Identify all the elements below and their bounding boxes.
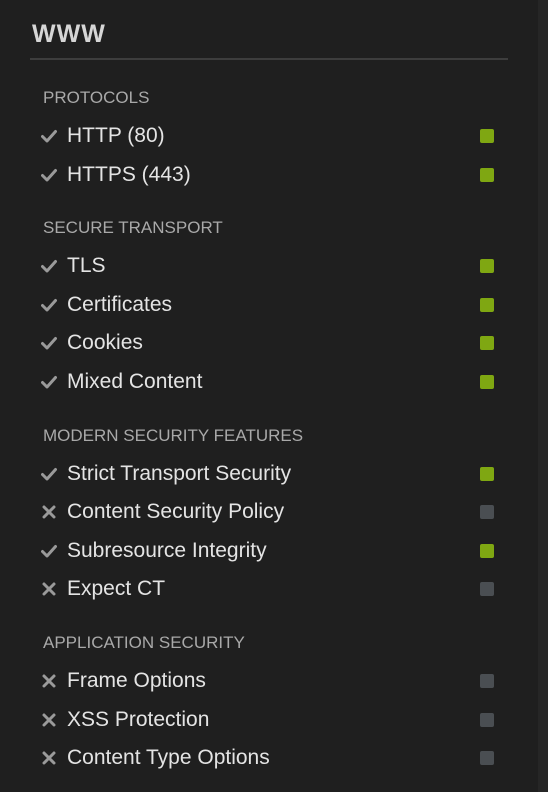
list-item[interactable]: Mixed Content — [30, 365, 508, 404]
item-label: Content Security Policy — [67, 500, 285, 524]
list-item[interactable]: Certificates — [30, 288, 508, 327]
list-item[interactable]: Content Security Policy — [30, 495, 508, 534]
item-label: Mixed Content — [67, 369, 203, 393]
item-label: Frame Options — [67, 668, 206, 692]
check-icon — [41, 167, 57, 183]
divider — [30, 58, 508, 60]
list-item[interactable]: XSS Protection — [30, 703, 508, 742]
list-item[interactable]: TLS — [30, 249, 508, 288]
item-label: Cookies — [67, 331, 143, 355]
item-label: HTTP (80) — [67, 124, 165, 147]
check-icon — [41, 297, 57, 313]
cross-icon — [41, 581, 57, 597]
check-icon — [41, 128, 57, 144]
scrollbar-track[interactable] — [538, 0, 548, 792]
check-icon — [41, 374, 57, 390]
section-heading: PROTOCOLS — [43, 88, 150, 107]
check-icon — [41, 543, 57, 559]
status-indicator — [480, 259, 494, 274]
section-list: TLS Certificates Cookies Mixed Content — [30, 249, 508, 403]
list-item[interactable]: HTTPS (443) — [30, 158, 508, 197]
check-icon — [41, 335, 57, 351]
list-item[interactable]: Content Type Options — [30, 741, 508, 780]
www-panel: WWW PROTOCOLS HTTP (80) HTTPS (443) SECURE … — [30, 18, 508, 780]
status-indicator — [480, 582, 494, 597]
section: APPLICATION SECURITY Frame Options XSS Pro… — [30, 631, 508, 780]
status-indicator — [480, 167, 494, 182]
status-indicator — [480, 673, 494, 688]
section-list: HTTP (80) HTTPS (443) — [30, 119, 508, 196]
status-indicator — [480, 712, 494, 727]
section: PROTOCOLS HTTP (80) HTTPS (443) — [30, 86, 508, 196]
item-label: Content Type Options — [67, 746, 270, 770]
section-list: Frame Options XSS Protection Content Type … — [30, 664, 508, 780]
status-indicator — [480, 336, 494, 351]
status-indicator — [480, 466, 494, 481]
section: MODERN SECURITY FEATURES Strict Transport… — [30, 424, 508, 611]
status-indicator — [480, 543, 494, 558]
status-indicator — [480, 129, 494, 143]
section-heading: SECURE TRANSPORT — [43, 218, 223, 238]
item-label: TLS — [67, 254, 106, 278]
sections: PROTOCOLS HTTP (80) HTTPS (443) SECURE TRAN… — [30, 86, 508, 780]
item-label: Certificates — [67, 292, 173, 316]
panel-title: WWW — [32, 20, 106, 48]
item-label: Subresource Integrity — [67, 538, 267, 562]
list-item[interactable]: Cookies — [30, 326, 508, 365]
section-heading: MODERN SECURITY FEATURES — [43, 425, 304, 445]
check-icon — [41, 258, 57, 274]
list-item[interactable]: Strict Transport Security — [30, 457, 508, 496]
status-indicator — [480, 751, 494, 766]
section-heading: APPLICATION SECURITY — [43, 632, 245, 652]
item-label: HTTPS (443) — [67, 162, 191, 186]
item-label: XSS Protection — [67, 707, 210, 731]
list-item[interactable]: Subresource Integrity — [30, 534, 508, 573]
status-indicator — [480, 297, 494, 312]
cross-icon — [41, 750, 57, 766]
list-item[interactable]: Expect CT — [30, 572, 508, 611]
list-item[interactable]: HTTP (80) — [30, 119, 508, 158]
cross-icon — [41, 504, 57, 520]
status-indicator — [480, 505, 494, 520]
list-item[interactable]: Frame Options — [30, 664, 508, 703]
check-icon — [41, 466, 57, 482]
cross-icon — [41, 712, 57, 728]
cross-icon — [41, 673, 57, 689]
section: SECURE TRANSPORT TLS Certificates Cookies Mi… — [30, 216, 508, 403]
item-label: Expect CT — [67, 577, 166, 601]
item-label: Strict Transport Security — [67, 461, 292, 485]
section-list: Strict Transport Security Content Securit… — [30, 457, 508, 611]
status-indicator — [480, 374, 494, 389]
